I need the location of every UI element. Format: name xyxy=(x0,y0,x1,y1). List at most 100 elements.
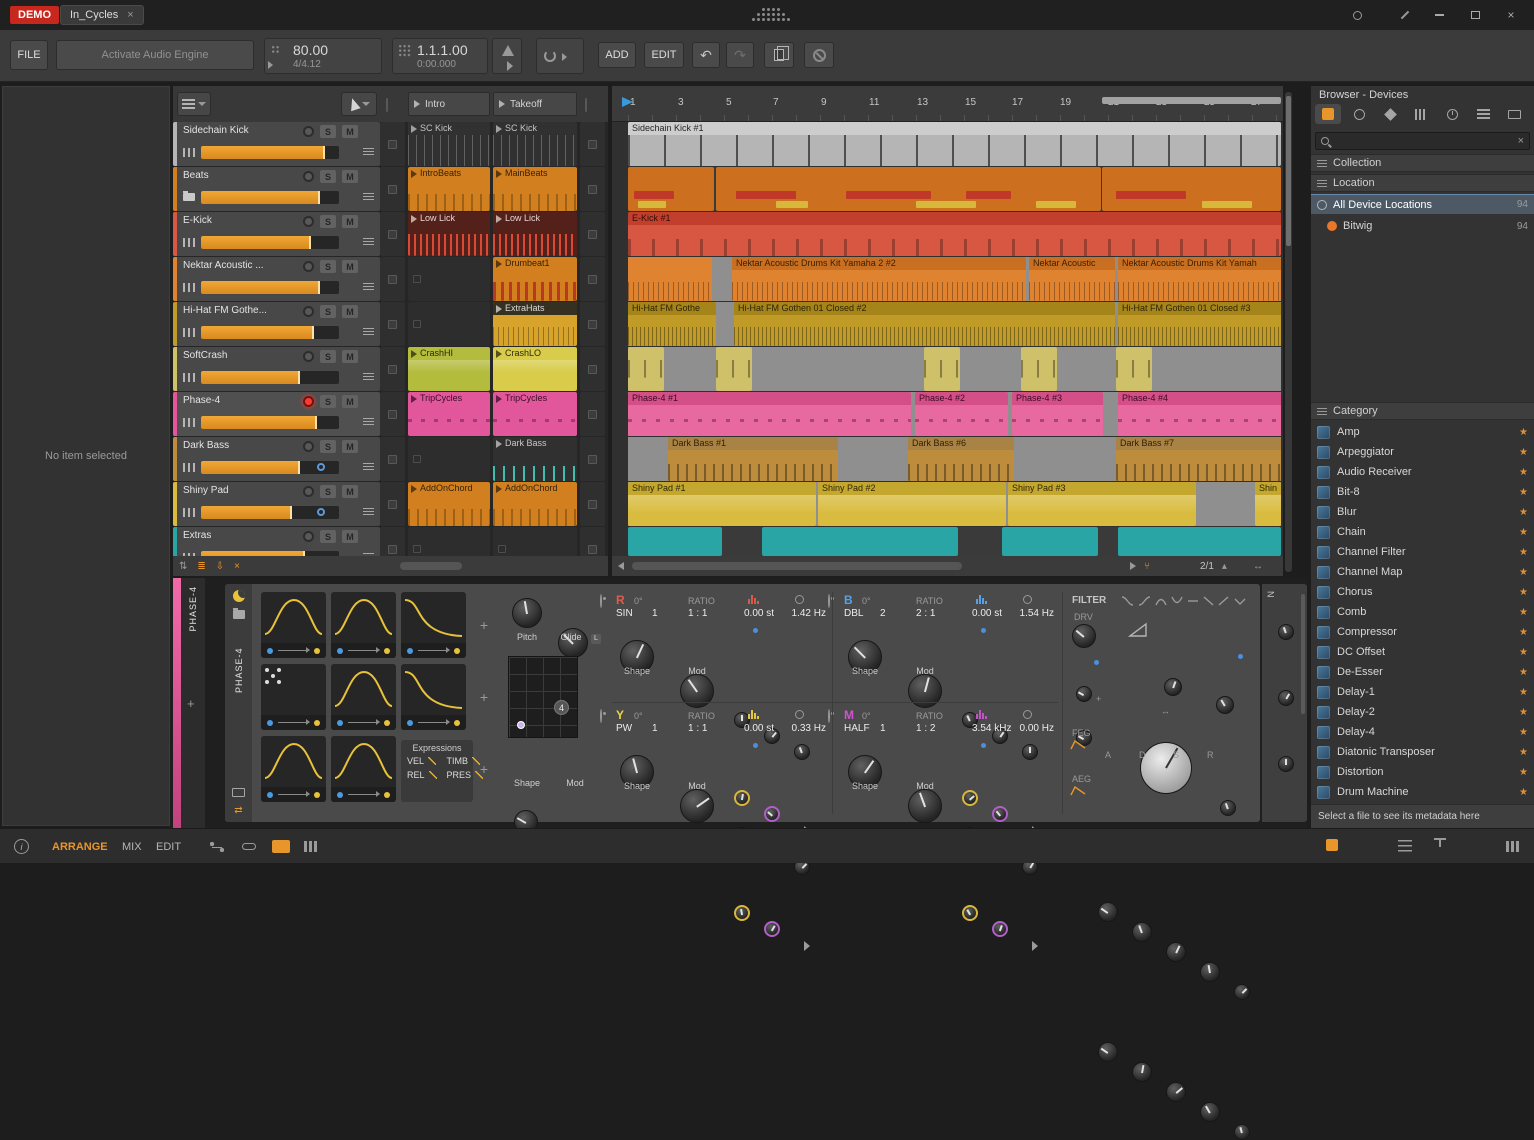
track-header[interactable]: Extras S M xyxy=(173,527,380,556)
scene-stop-button[interactable] xyxy=(580,212,605,256)
solo-button[interactable]: S xyxy=(320,395,336,408)
clip-slot[interactable]: AddOnChord xyxy=(408,482,490,526)
next-device-partial[interactable]: N xyxy=(1262,584,1307,822)
arranger-clip[interactable]: Dark Bass #1 xyxy=(668,437,838,481)
device-chain-strip[interactable]: PHASE-4 + xyxy=(181,578,205,828)
record-arm-button[interactable] xyxy=(303,351,314,362)
category-item[interactable]: Comb★ xyxy=(1311,602,1534,622)
op-index-value[interactable]: 1 xyxy=(652,723,658,734)
launcher-scrollbar[interactable] xyxy=(400,562,462,570)
track-menu-icon[interactable] xyxy=(363,283,374,291)
feg-amount-knob[interactable] xyxy=(1234,984,1250,1000)
solo-button[interactable]: S xyxy=(320,125,336,138)
mute-button[interactable]: M xyxy=(342,350,358,363)
filter-small-knob[interactable] xyxy=(1164,678,1182,696)
favorite-star-icon[interactable]: ★ xyxy=(1519,667,1528,678)
arranger-clip[interactable]: Nektar Acoustic Drums Kit Yamah xyxy=(1118,257,1281,301)
filter-small-knob[interactable] xyxy=(1076,686,1092,702)
track-menu-icon[interactable] xyxy=(363,418,374,426)
collection-header[interactable]: Collection xyxy=(1311,154,1534,172)
mute-button[interactable]: M xyxy=(342,260,358,273)
layout-columns-toggle[interactable] xyxy=(1506,841,1519,852)
op-index-value[interactable]: 1 xyxy=(880,723,886,734)
volume-fader[interactable] xyxy=(201,191,339,204)
automation-dot[interactable] xyxy=(317,508,325,516)
favorite-star-icon[interactable]: ★ xyxy=(1519,647,1528,658)
clip-slot[interactable]: Low Lick xyxy=(408,212,490,256)
arranger-clip[interactable] xyxy=(1118,527,1281,556)
category-item[interactable]: Distortion★ xyxy=(1311,762,1534,782)
op-detune-value[interactable]: 3.54 kHz xyxy=(972,723,1011,734)
browser-tab-files[interactable] xyxy=(1501,104,1527,124)
track-header[interactable]: SoftCrash S M xyxy=(173,347,380,391)
zoom-level[interactable]: 2/1 xyxy=(1200,561,1214,572)
add-modulator-icon[interactable]: + xyxy=(475,688,493,706)
op-stereo-icon[interactable] xyxy=(828,709,830,723)
op-mode-value[interactable]: DBL xyxy=(844,608,863,619)
op-detune-value[interactable]: 0.00 st xyxy=(744,608,774,619)
osc-random-box[interactable] xyxy=(261,664,326,730)
record-arm-button[interactable] xyxy=(303,126,314,137)
record-arm-button[interactable] xyxy=(303,216,314,227)
op-phase-icon[interactable] xyxy=(1023,710,1032,719)
op-ratio-value[interactable]: 1 : 1 xyxy=(688,608,707,619)
arranger-clip[interactable] xyxy=(628,257,712,301)
browser-panel-toggle[interactable] xyxy=(1326,839,1338,851)
mute-button[interactable]: M xyxy=(342,170,358,183)
add-device-icon[interactable]: + xyxy=(187,696,195,711)
browser-tab-devices[interactable] xyxy=(1315,104,1341,124)
mute-button[interactable]: M xyxy=(342,440,358,453)
device-enable-icon[interactable] xyxy=(233,590,245,602)
arranger-clip[interactable]: Phase-4 #2 xyxy=(915,392,1008,436)
track-header[interactable]: Hi-Hat FM Gothe... S M xyxy=(173,302,380,346)
expression-vel[interactable]: VEL xyxy=(407,756,437,766)
arranger-clip[interactable] xyxy=(716,347,752,391)
maximize-button[interactable] xyxy=(1460,4,1490,26)
track-header[interactable]: Sidechain Kick S M xyxy=(173,122,380,166)
track-menu-icon[interactable] xyxy=(363,328,374,336)
op-detune-value[interactable]: 0.00 st xyxy=(744,723,774,734)
clip-stop-button[interactable] xyxy=(380,257,405,301)
tab-close-icon[interactable]: × xyxy=(127,9,133,21)
drive-knob[interactable] xyxy=(1072,624,1096,648)
mute-button[interactable]: M xyxy=(342,305,358,318)
op-phase-value[interactable]: 0° xyxy=(634,596,643,606)
category-item[interactable]: Audio Receiver★ xyxy=(1311,462,1534,482)
favorite-star-icon[interactable]: ★ xyxy=(1519,747,1528,758)
arranger-clip[interactable] xyxy=(924,347,960,391)
arranger-clip[interactable] xyxy=(1116,347,1152,391)
clip-stop-button[interactable] xyxy=(380,302,405,346)
op-phase-value[interactable]: 0° xyxy=(634,711,643,721)
edit-button[interactable]: EDIT xyxy=(644,42,684,68)
scene-play-icon[interactable] xyxy=(414,100,420,108)
category-header[interactable]: Category xyxy=(1311,402,1534,420)
clip-slot[interactable]: SC Kick xyxy=(408,122,490,166)
browser-tab-multisamples[interactable] xyxy=(1377,104,1403,124)
metronome-icon[interactable] xyxy=(502,45,514,56)
pitch-knob[interactable] xyxy=(512,598,542,628)
device-panel-toggle[interactable] xyxy=(1398,840,1412,852)
arranger-clip[interactable] xyxy=(1021,347,1057,391)
scene-header-takeoff[interactable]: Takeoff xyxy=(493,92,577,116)
favorite-star-icon[interactable]: ★ xyxy=(1519,567,1528,578)
arranger-clip[interactable] xyxy=(1102,167,1281,211)
add-modulator-icon[interactable]: + xyxy=(475,760,493,778)
favorite-star-icon[interactable]: ★ xyxy=(1519,547,1528,558)
favorite-star-icon[interactable]: ★ xyxy=(1519,787,1528,798)
partial-knob[interactable] xyxy=(1278,690,1294,706)
op-small-knob[interactable] xyxy=(962,905,978,921)
clip-play-icon[interactable] xyxy=(496,305,502,313)
record-arm-button[interactable] xyxy=(303,306,314,317)
add-button[interactable]: ADD xyxy=(598,42,636,68)
category-item[interactable]: Compressor★ xyxy=(1311,622,1534,642)
volume-fader[interactable] xyxy=(201,236,339,249)
arranger-clip[interactable]: Phase-4 #1 xyxy=(628,392,911,436)
copy-button[interactable] xyxy=(764,42,794,68)
browser-tab-samples[interactable] xyxy=(1408,104,1434,124)
project-tab[interactable]: In_Cycles × xyxy=(60,5,144,25)
mute-button[interactable]: M xyxy=(342,530,358,543)
op-phase-icon[interactable] xyxy=(795,595,804,604)
clip-stop-button[interactable] xyxy=(380,482,405,526)
favorite-star-icon[interactable]: ★ xyxy=(1519,447,1528,458)
feg-d-knob[interactable] xyxy=(1132,922,1152,942)
